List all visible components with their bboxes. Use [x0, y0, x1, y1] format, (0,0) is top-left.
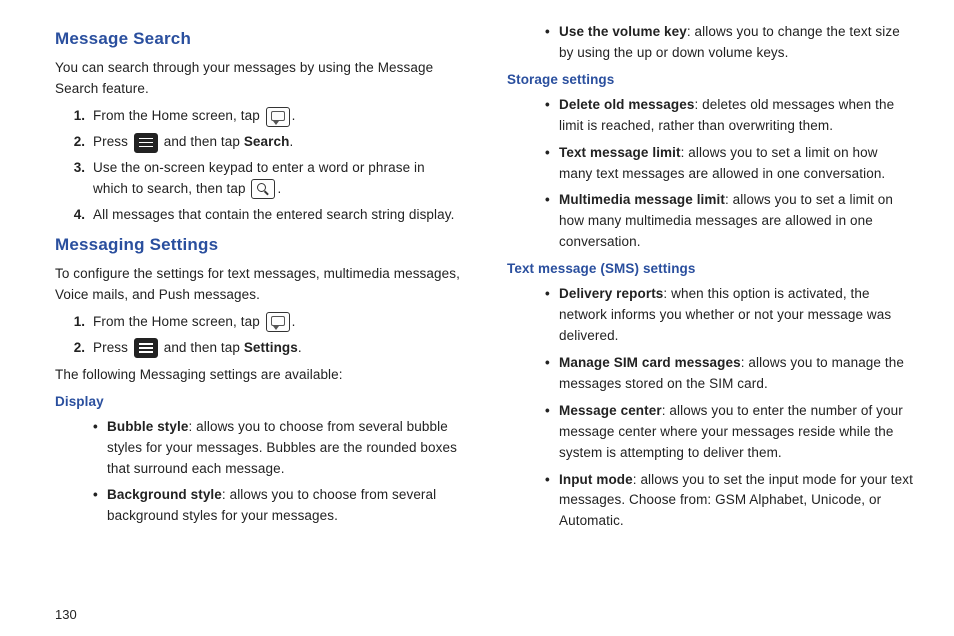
storage-list: Delete old messages: deletes old message…: [507, 95, 914, 253]
heading-messaging-settings: Messaging Settings: [55, 232, 462, 258]
left-column: Message Search You can search through yo…: [55, 22, 467, 626]
step-1: From the Home screen, tap .: [89, 106, 462, 127]
list-item: Manage SIM card messages: allows you to …: [559, 353, 914, 395]
step-text: .: [292, 314, 296, 329]
step-text: From the Home screen, tap: [93, 314, 264, 329]
list-item: Multimedia message limit: allows you to …: [559, 190, 914, 253]
menu-icon: [134, 133, 158, 153]
step-1: From the Home screen, tap .: [89, 312, 462, 333]
list-item: Delivery reports: when this option is ac…: [559, 284, 914, 347]
step-text: Press: [93, 134, 132, 149]
settings-after: The following Messaging settings are ava…: [55, 365, 462, 386]
display-list-cont: Use the volume key: allows you to change…: [507, 22, 914, 64]
page-number: 130: [55, 607, 77, 622]
item-title: Text message limit: [559, 145, 681, 160]
messaging-icon: [266, 107, 290, 127]
messaging-icon: [266, 312, 290, 332]
bold-label-settings: Settings: [244, 340, 298, 355]
steps-settings: From the Home screen, tap . Press and th…: [55, 312, 462, 359]
step-text: From the Home screen, tap: [93, 108, 264, 123]
step-text: .: [277, 181, 281, 196]
list-item: Use the volume key: allows you to change…: [559, 22, 914, 64]
list-item: Text message limit: allows you to set a …: [559, 143, 914, 185]
right-column: Use the volume key: allows you to change…: [507, 22, 914, 626]
list-item: Delete old messages: deletes old message…: [559, 95, 914, 137]
search-icon: [251, 179, 275, 199]
sms-list: Delivery reports: when this option is ac…: [507, 284, 914, 532]
list-item: Message center: allows you to enter the …: [559, 401, 914, 464]
item-title: Input mode: [559, 472, 633, 487]
display-list: Bubble style: allows you to choose from …: [55, 417, 462, 528]
item-title: Delete old messages: [559, 97, 694, 112]
item-title: Bubble style: [107, 419, 188, 434]
step-text: and then tap: [160, 134, 244, 149]
step-text: Press: [93, 340, 132, 355]
subheading-sms: Text message (SMS) settings: [507, 259, 914, 280]
list-item: Input mode: allows you to set the input …: [559, 470, 914, 533]
intro-text: To configure the settings for text messa…: [55, 264, 462, 306]
bold-label-search: Search: [244, 134, 290, 149]
subheading-storage: Storage settings: [507, 70, 914, 91]
step-2: Press and then tap Settings.: [89, 338, 462, 359]
step-3: Use the on-screen keypad to enter a word…: [89, 158, 462, 200]
intro-text: You can search through your messages by …: [55, 58, 462, 100]
item-title: Message center: [559, 403, 662, 418]
step-text: .: [289, 134, 293, 149]
step-text: .: [298, 340, 302, 355]
list-item: Bubble style: allows you to choose from …: [107, 417, 462, 480]
subheading-display: Display: [55, 392, 462, 413]
step-4: All messages that contain the entered se…: [89, 205, 462, 226]
item-title: Background style: [107, 487, 222, 502]
item-title: Manage SIM card messages: [559, 355, 741, 370]
step-text: and then tap: [160, 340, 244, 355]
steps-search: From the Home screen, tap . Press and th…: [55, 106, 462, 226]
heading-message-search: Message Search: [55, 26, 462, 52]
item-title: Delivery reports: [559, 286, 663, 301]
menu-icon: [134, 338, 158, 358]
item-title: Multimedia message limit: [559, 192, 725, 207]
item-title: Use the volume key: [559, 24, 687, 39]
step-text: .: [292, 108, 296, 123]
list-item: Background style: allows you to choose f…: [107, 485, 462, 527]
manual-page: Message Search You can search through yo…: [0, 0, 954, 636]
step-2: Press and then tap Search.: [89, 132, 462, 153]
